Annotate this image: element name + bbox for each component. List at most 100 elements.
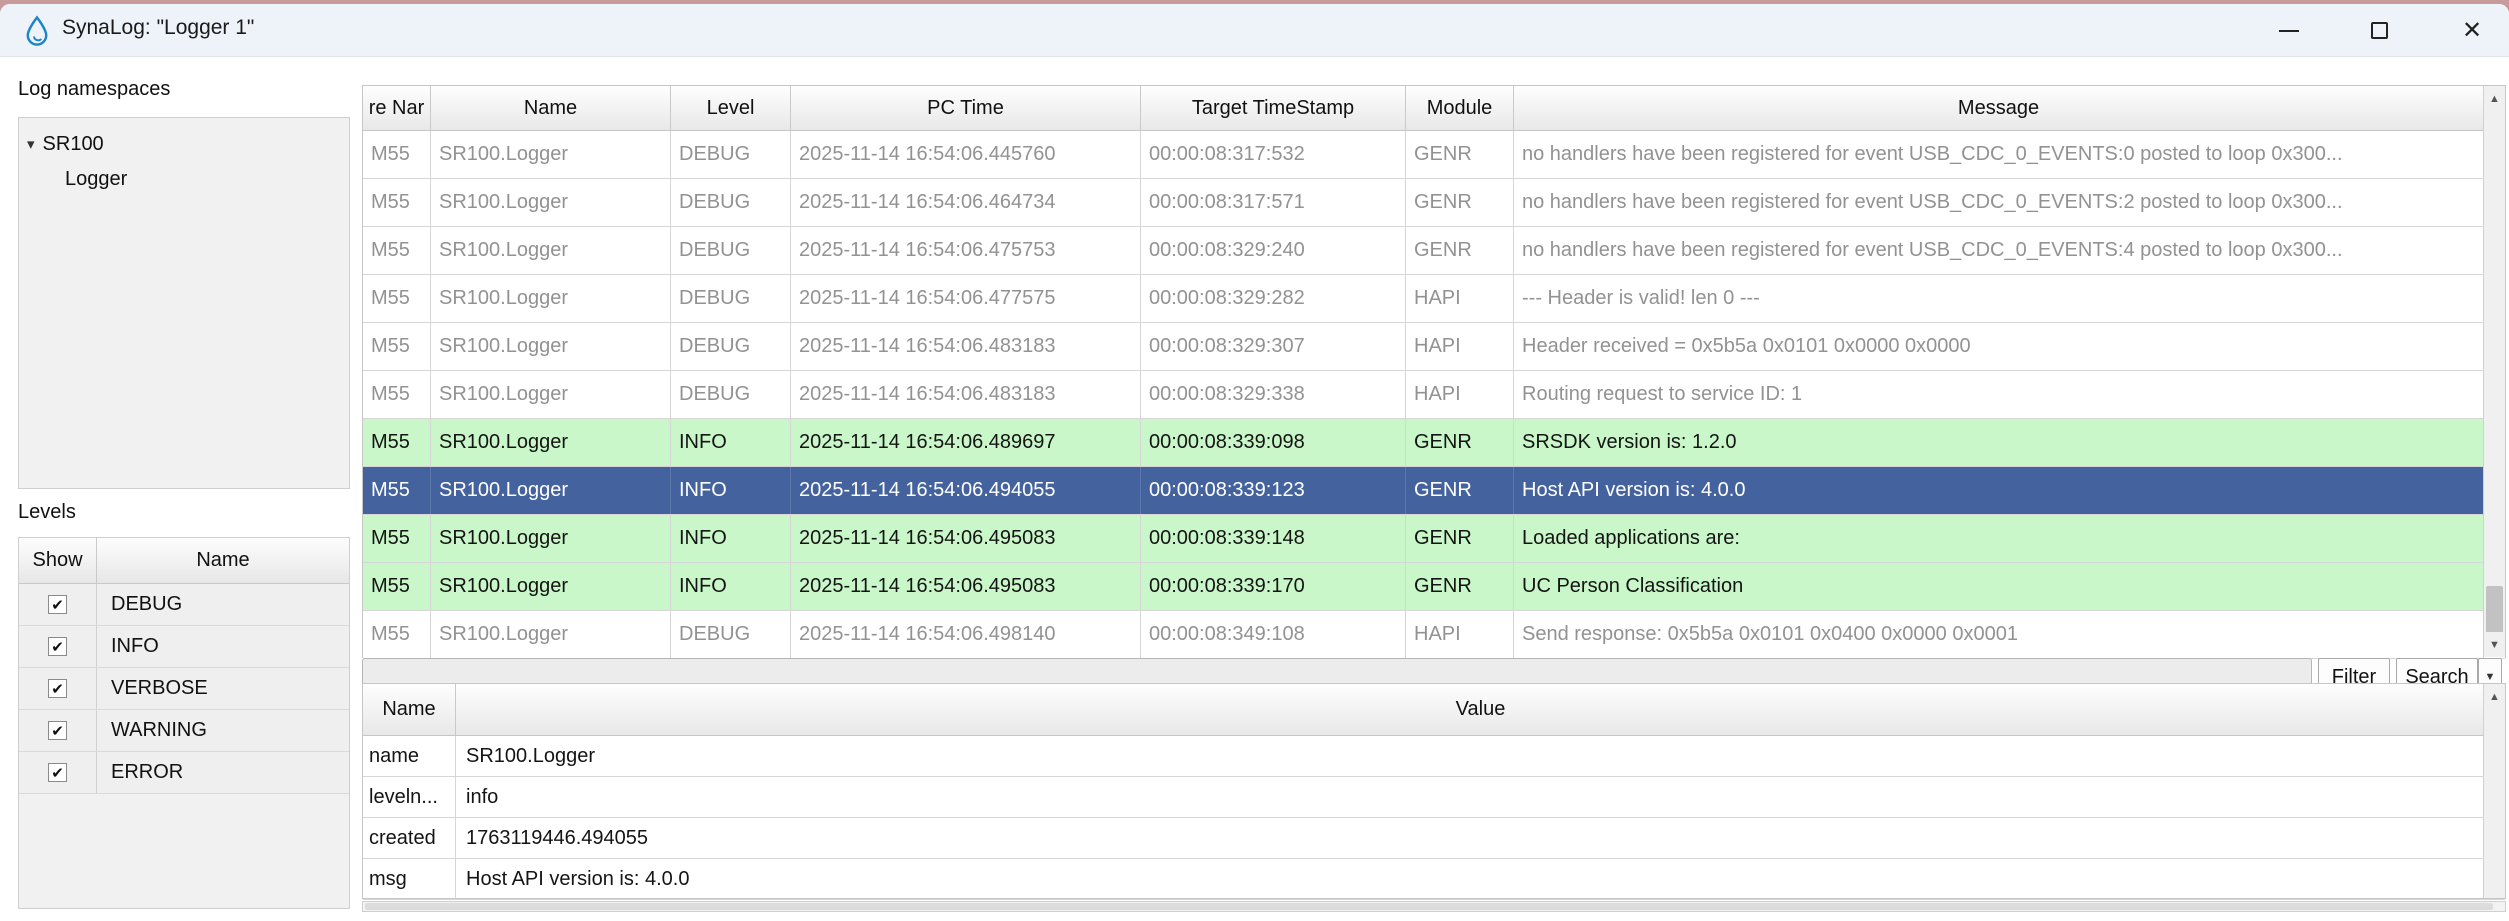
- scrollbar-thumb[interactable]: [365, 903, 2493, 910]
- level-checkbox[interactable]: ✔: [48, 679, 67, 698]
- log-row[interactable]: M55SR100.LoggerDEBUG2025-11-14 16:54:06.…: [363, 611, 2505, 659]
- namespaces-panel: ▾ SR100 Logger: [18, 117, 350, 489]
- levels-header-name[interactable]: Name: [97, 538, 349, 583]
- detail-row[interactable]: msgHost API version is: 4.0.0: [363, 859, 2505, 900]
- log-row[interactable]: M55SR100.LoggerDEBUG2025-11-14 16:54:06.…: [363, 131, 2505, 179]
- level-row[interactable]: ✔VERBOSE: [19, 668, 349, 710]
- log-cell-level: DEBUG: [671, 227, 791, 274]
- log-cell-name: SR100.Logger: [431, 179, 671, 226]
- log-cell-target_ts: 00:00:08:317:532: [1141, 131, 1406, 178]
- level-checkbox[interactable]: ✔: [48, 721, 67, 740]
- detail-field-value: SR100.Logger: [456, 736, 2505, 776]
- log-column-header-target_ts[interactable]: Target TimeStamp: [1141, 86, 1406, 130]
- log-table-vertical-scrollbar[interactable]: ▲ ▼: [2483, 86, 2505, 657]
- log-cell-pc_time: 2025-11-14 16:54:06.489697: [791, 419, 1141, 466]
- log-row[interactable]: M55SR100.LoggerDEBUG2025-11-14 16:54:06.…: [363, 323, 2505, 371]
- log-row[interactable]: M55SR100.LoggerDEBUG2025-11-14 16:54:06.…: [363, 371, 2505, 419]
- level-show-cell: ✔: [19, 626, 97, 667]
- chevron-down-icon[interactable]: ▾: [27, 135, 35, 153]
- log-cell-level: DEBUG: [671, 131, 791, 178]
- log-cell-core: M55: [363, 467, 431, 514]
- level-checkbox[interactable]: ✔: [48, 637, 67, 656]
- app-root: SynaLog: "Logger 1" ✕ Log namespaces ▾ S…: [0, 0, 2509, 921]
- log-cell-target_ts: 00:00:08:329:240: [1141, 227, 1406, 274]
- level-show-cell: ✔: [19, 668, 97, 709]
- log-cell-core: M55: [363, 563, 431, 610]
- log-cell-target_ts: 00:00:08:329:282: [1141, 275, 1406, 322]
- tree-item-logger[interactable]: Logger: [19, 162, 349, 196]
- level-row[interactable]: ✔ERROR: [19, 752, 349, 794]
- level-name: DEBUG: [97, 584, 349, 625]
- log-column-header-level[interactable]: Level: [671, 86, 791, 130]
- tree-item-sr100[interactable]: ▾ SR100: [19, 126, 349, 162]
- log-cell-name: SR100.Logger: [431, 371, 671, 418]
- scroll-up-icon[interactable]: ▲: [2484, 86, 2505, 111]
- log-row[interactable]: M55SR100.LoggerDEBUG2025-11-14 16:54:06.…: [363, 179, 2505, 227]
- detail-header-value[interactable]: Value: [456, 684, 2505, 735]
- level-checkbox[interactable]: ✔: [48, 595, 67, 614]
- detail-table-body: nameSR100.Loggerleveln...infocreated1763…: [363, 736, 2505, 900]
- log-cell-pc_time: 2025-11-14 16:54:06.483183: [791, 323, 1141, 370]
- log-cell-message: Loaded applications are:: [1514, 515, 2484, 562]
- log-cell-message: --- Header is valid! len 0 ---: [1514, 275, 2484, 322]
- detail-field-value: info: [456, 777, 2505, 817]
- detail-vertical-scrollbar[interactable]: ▲: [2483, 684, 2505, 898]
- log-cell-name: SR100.Logger: [431, 419, 671, 466]
- log-cell-level: INFO: [671, 467, 791, 514]
- detail-field-value: 1763119446.494055: [456, 818, 2505, 858]
- log-column-header-pc_time[interactable]: PC Time: [791, 86, 1141, 130]
- titlebar[interactable]: SynaLog: "Logger 1" ✕: [0, 4, 2509, 57]
- level-show-cell: ✔: [19, 752, 97, 793]
- scroll-up-icon[interactable]: ▲: [2484, 684, 2505, 709]
- log-cell-level: DEBUG: [671, 179, 791, 226]
- minimize-icon: [2279, 30, 2299, 32]
- log-column-header-module[interactable]: Module: [1406, 86, 1514, 130]
- level-show-cell: ✔: [19, 710, 97, 751]
- log-cell-module: HAPI: [1406, 371, 1514, 418]
- log-cell-level: DEBUG: [671, 323, 791, 370]
- log-cell-core: M55: [363, 131, 431, 178]
- level-row[interactable]: ✔ WARNING: [19, 710, 349, 752]
- log-cell-name: SR100.Logger: [431, 227, 671, 274]
- level-row[interactable]: ✔INFO: [19, 626, 349, 668]
- log-row[interactable]: M55SR100.LoggerDEBUG2025-11-14 16:54:06.…: [363, 275, 2505, 323]
- log-column-header-name[interactable]: Name: [431, 86, 671, 130]
- detail-field-name: name: [363, 736, 456, 776]
- log-cell-message: Header received = 0x5b5a 0x0101 0x0000 0…: [1514, 323, 2484, 370]
- log-cell-message: no handlers have been registered for eve…: [1514, 227, 2484, 274]
- levels-panel: Show Name ✔DEBUG✔INFO✔VERBOSE✔WARNING✔ER…: [18, 537, 350, 909]
- log-column-header-core[interactable]: re Nar: [363, 86, 431, 130]
- close-button[interactable]: ✕: [2442, 4, 2502, 57]
- log-cell-message: no handlers have been registered for eve…: [1514, 131, 2484, 178]
- log-cell-level: INFO: [671, 563, 791, 610]
- level-checkbox[interactable]: ✔: [48, 763, 67, 782]
- droplet-logo-icon: [22, 15, 52, 47]
- log-cell-name: SR100.Logger: [431, 563, 671, 610]
- log-column-header-message[interactable]: Message: [1514, 86, 2484, 130]
- scroll-down-icon[interactable]: ▼: [2484, 632, 2505, 657]
- detail-row[interactable]: nameSR100.Logger: [363, 736, 2505, 777]
- log-cell-core: M55: [363, 611, 431, 658]
- detail-header-name[interactable]: Name: [363, 684, 456, 735]
- log-row[interactable]: M55SR100.LoggerINFO2025-11-14 16:54:06.4…: [363, 419, 2505, 467]
- detail-table: Name Value nameSR100.Loggerleveln...info…: [362, 683, 2506, 899]
- detail-row[interactable]: created1763119446.494055: [363, 818, 2505, 859]
- log-row[interactable]: M55SR100.LoggerINFO2025-11-14 16:54:06.4…: [363, 467, 2505, 515]
- levels-header-show[interactable]: Show: [19, 538, 97, 583]
- log-row[interactable]: M55SR100.LoggerINFO2025-11-14 16:54:06.4…: [363, 563, 2505, 611]
- log-table-header: re NarNameLevelPC TimeTarget TimeStampMo…: [363, 86, 2505, 131]
- minimize-button[interactable]: [2259, 4, 2319, 57]
- maximize-button[interactable]: [2349, 4, 2409, 57]
- synalog-window: SynaLog: "Logger 1" ✕ Log namespaces ▾ S…: [0, 4, 2509, 921]
- log-row[interactable]: M55SR100.LoggerDEBUG2025-11-14 16:54:06.…: [363, 227, 2505, 275]
- log-cell-pc_time: 2025-11-14 16:54:06.495083: [791, 563, 1141, 610]
- window-title: SynaLog: "Logger 1": [62, 16, 254, 40]
- log-row[interactable]: M55SR100.LoggerINFO2025-11-14 16:54:06.4…: [363, 515, 2505, 563]
- log-cell-level: DEBUG: [671, 275, 791, 322]
- level-row[interactable]: ✔ DEBUG: [19, 584, 349, 626]
- detail-row[interactable]: leveln...info: [363, 777, 2505, 818]
- detail-horizontal-scrollbar[interactable]: [362, 901, 2506, 912]
- tree-item-label: Logger: [65, 168, 127, 191]
- level-name: WARNING: [97, 710, 349, 751]
- log-cell-target_ts: 00:00:08:339:148: [1141, 515, 1406, 562]
